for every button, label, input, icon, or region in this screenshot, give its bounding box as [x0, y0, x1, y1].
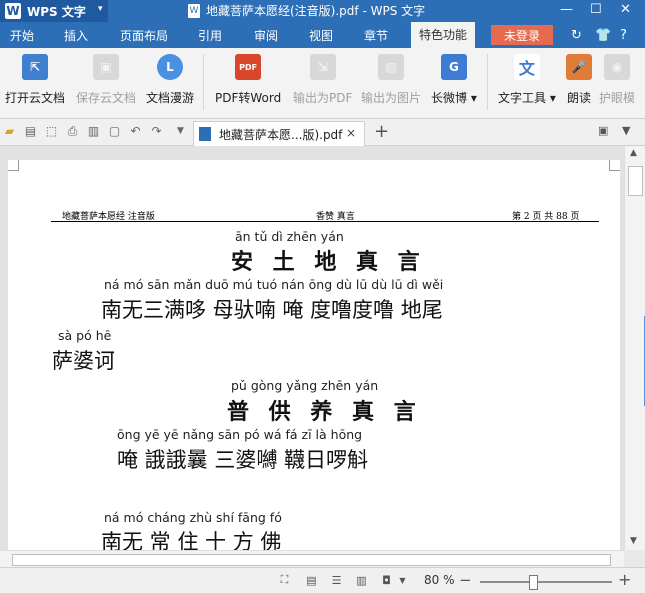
- document-tab-label: 地藏菩萨本愿...版).pdf: [219, 127, 343, 142]
- page-corner-mark: [609, 160, 620, 171]
- mantra-text-line: 南无 常 住 十 方 佛: [101, 530, 282, 550]
- wps-logo-icon: W: [5, 3, 21, 19]
- menu-bar: 开始 插入 页面布局 引用 审阅 视图 章节 特色功能 未登录 ↻ 👕 ?: [0, 22, 645, 48]
- tab-view[interactable]: 视图: [309, 27, 333, 44]
- document-tab-bar: ▰ ▤ ⬚ ⎙ ▥ ▢ ↶ ↷ ▼ 地藏菩萨本愿...版).pdf × + ▣ …: [0, 119, 645, 146]
- status-bar: ⛶ ▤ ☰ ▥ ◘ ▼ 80 % − +: [0, 567, 645, 593]
- horizontal-scrollbar[interactable]: [0, 550, 624, 568]
- zoom-level[interactable]: 80 %: [424, 573, 455, 587]
- scroll-down-icon[interactable]: ▼: [630, 536, 637, 546]
- output-icon[interactable]: ⬚: [45, 124, 58, 138]
- maximize-button[interactable]: ☐: [590, 2, 602, 17]
- reading-mode-icon[interactable]: ◘: [380, 574, 393, 587]
- tab-insert[interactable]: 插入: [64, 27, 88, 44]
- fit-page-icon[interactable]: ⛶: [278, 573, 291, 586]
- tab-page-layout[interactable]: 页面布局: [120, 27, 168, 44]
- help-icon[interactable]: ?: [620, 28, 627, 43]
- document-tab[interactable]: 地藏菩萨本愿...版).pdf ×: [193, 121, 365, 146]
- zoom-slider-handle[interactable]: [529, 575, 538, 590]
- tab-chapter[interactable]: 章节: [364, 27, 388, 44]
- tab-start[interactable]: 开始: [10, 27, 34, 44]
- login-button[interactable]: 未登录: [491, 25, 553, 45]
- pinyin-line: sà pó hē: [58, 328, 112, 343]
- close-tab-icon[interactable]: ×: [346, 126, 356, 140]
- window-title-text: 地藏菩萨本愿经(注音版).pdf - WPS 文字: [206, 4, 426, 18]
- zoom-in-button[interactable]: +: [618, 570, 631, 589]
- cloud-open-icon: ⇱: [22, 54, 48, 80]
- pdf-to-word-icon: PDF: [235, 54, 262, 80]
- mantra-title: 普 供 养 真 言: [227, 399, 422, 425]
- open-folder-icon[interactable]: ▰: [3, 124, 16, 138]
- export-image-icon: ▧: [378, 54, 404, 80]
- doc-roaming-button[interactable]: L 文档漫游: [146, 54, 194, 106]
- scroll-up-icon[interactable]: ▲: [630, 148, 637, 158]
- page-corner-mark: [8, 160, 19, 171]
- ribbon-divider: [203, 54, 204, 110]
- zoom-slider[interactable]: [480, 581, 612, 583]
- app-name: WPS 文字: [27, 4, 86, 19]
- print-icon[interactable]: ⎙: [66, 124, 79, 138]
- title-bar: W WPS 文字 ▾ W 地藏菩萨本愿经(注音版).pdf - WPS 文字 —…: [0, 0, 645, 22]
- eye-care-button[interactable]: ◉ 护眼模: [599, 54, 635, 106]
- header-rule: [51, 221, 599, 222]
- document-icon: W: [188, 3, 200, 18]
- print-preview-icon[interactable]: ▥: [87, 124, 100, 138]
- new-tab-button[interactable]: +: [374, 121, 389, 142]
- roaming-icon: L: [157, 54, 183, 80]
- format-painter-icon[interactable]: ▢: [108, 124, 121, 138]
- pinyin-line: ná mó sān mǎn duō mú tuó nán ōng dù lū d…: [104, 277, 444, 292]
- mantra-text-line: 唵 誐誐曩 三婆嚩 韈日啰斛: [117, 448, 369, 472]
- page-view-icon[interactable]: ▤: [305, 574, 318, 587]
- weibo-icon: G: [440, 54, 467, 80]
- tab-menu-icon[interactable]: ▼: [622, 124, 630, 137]
- tab-review[interactable]: 审阅: [254, 27, 278, 44]
- tab-special-features[interactable]: 特色功能: [411, 22, 476, 48]
- cloud-save-icon: ▣: [93, 54, 119, 80]
- text-tools-icon: 文: [513, 54, 540, 80]
- app-menu-caret-icon: ▾: [98, 4, 103, 14]
- ribbon-divider: [487, 54, 488, 110]
- pinyin-line: pǔ gòng yǎng zhēn yán: [231, 378, 379, 393]
- app-menu-button[interactable]: W WPS 文字 ▾: [0, 0, 108, 22]
- text-tools-button[interactable]: 文 文字工具 ▾: [498, 54, 556, 106]
- close-button[interactable]: ✕: [620, 2, 631, 17]
- mantra-text-line: 萨婆诃: [52, 349, 115, 373]
- mantra-text-line: 南无三满哆 母驮喃 唵 度噜度噜 地尾: [101, 298, 443, 322]
- save-cloud-doc-button[interactable]: ▣ 保存云文档: [76, 54, 136, 106]
- eye-care-icon: ◉: [604, 54, 630, 80]
- mantra-title: 安 土 地 真 言: [231, 249, 426, 275]
- vertical-scroll-thumb[interactable]: [628, 166, 643, 196]
- web-view-icon[interactable]: ▥: [355, 574, 368, 587]
- pdf-to-word-button[interactable]: PDF PDF转Word: [215, 54, 281, 106]
- export-pdf-icon: ⇲: [309, 54, 336, 80]
- pinyin-line: ān tǔ dì zhēn yán: [235, 229, 344, 244]
- save-icon[interactable]: ▤: [24, 124, 37, 138]
- undo-icon[interactable]: ↶: [129, 124, 142, 138]
- tab-list-icon[interactable]: ▣: [598, 124, 608, 137]
- pinyin-line: ná mó cháng zhù shí fāng fó: [104, 510, 282, 525]
- minimize-button[interactable]: —: [560, 2, 573, 17]
- redo-icon[interactable]: ↷: [150, 124, 163, 138]
- window-title: W 地藏菩萨本愿经(注音版).pdf - WPS 文字: [188, 2, 425, 19]
- export-pdf-button[interactable]: ⇲ 输出为PDF: [293, 54, 352, 106]
- vertical-scrollbar[interactable]: ▲ ▼: [624, 146, 645, 550]
- zoom-out-button[interactable]: −: [459, 571, 472, 589]
- document-icon: [199, 127, 211, 141]
- outline-view-icon[interactable]: ☰: [330, 574, 343, 587]
- document-area: 地藏菩萨本愿经 注音版 香赞 真言 第 2 页 共 88 页 ān tǔ dì …: [0, 146, 624, 550]
- pinyin-line: ōng yē yē nǎng sān pó wá fá zī là hōng: [117, 427, 363, 442]
- view-dropdown-icon[interactable]: ▼: [396, 574, 409, 586]
- export-image-button[interactable]: ▧ 输出为图片: [361, 54, 421, 106]
- long-weibo-button[interactable]: G 长微博 ▾: [431, 54, 477, 106]
- open-cloud-doc-button[interactable]: ⇱ 打开云文档: [5, 54, 65, 106]
- skin-icon[interactable]: 👕: [595, 28, 611, 43]
- tab-references[interactable]: 引用: [198, 27, 222, 44]
- ribbon: ⇱ 打开云文档 ▣ 保存云文档 L 文档漫游 PDF PDF转Word ⇲ 输出…: [0, 48, 645, 119]
- quick-access-dropdown-icon[interactable]: ▼: [174, 124, 187, 138]
- read-aloud-button[interactable]: 🎤 朗读: [566, 54, 592, 106]
- horizontal-scroll-thumb[interactable]: [12, 554, 611, 566]
- sync-icon[interactable]: ↻: [571, 28, 582, 43]
- read-aloud-icon: 🎤: [566, 54, 592, 80]
